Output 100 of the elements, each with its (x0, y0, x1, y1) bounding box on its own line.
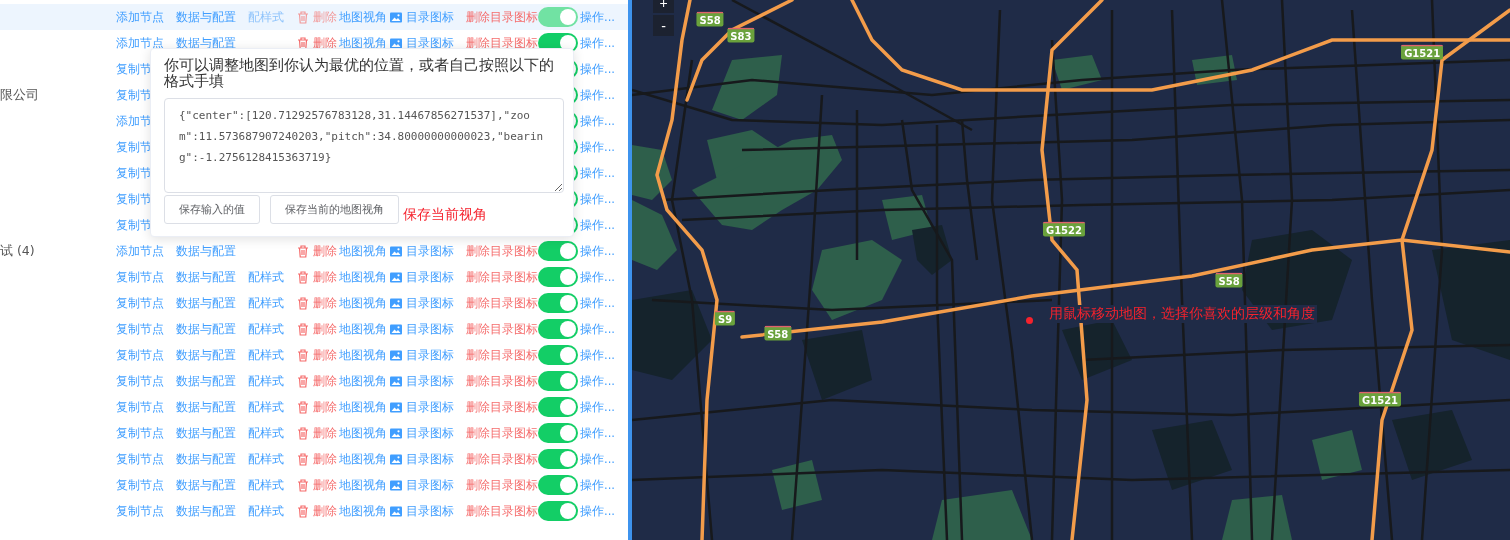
data-config-link[interactable]: 数据与配置 (176, 425, 236, 441)
catalog-icon-link[interactable]: 目录图标 (406, 425, 454, 441)
more-actions-link[interactable]: 操作... (580, 477, 615, 493)
node-link[interactable]: 复制节 (116, 139, 152, 155)
delete-icon-link[interactable]: 删除目录图标 (466, 425, 538, 441)
more-actions-link[interactable]: 操作... (580, 191, 615, 207)
node-link[interactable]: 复制节点 (116, 373, 164, 389)
delete-icon-link[interactable]: 删除目录图标 (466, 399, 538, 415)
map-view-link[interactable]: 地图视角 (339, 295, 387, 311)
catalog-icon-link[interactable]: 目录图标 (406, 321, 454, 337)
map-view-link[interactable]: 地图视角 (339, 503, 387, 519)
node-link[interactable]: 添加节点 (116, 243, 164, 259)
more-actions-link[interactable]: 操作... (580, 87, 615, 103)
node-link[interactable]: 复制节点 (116, 477, 164, 493)
node-link[interactable]: 复制节点 (116, 321, 164, 337)
node-link[interactable]: 复制节点 (116, 295, 164, 311)
delete-icon-link[interactable]: 删除目录图标 (466, 503, 538, 519)
toggle-switch[interactable] (538, 449, 578, 469)
more-actions-link[interactable]: 操作... (580, 9, 615, 25)
delete-link[interactable]: 删除 (313, 243, 337, 259)
delete-link[interactable]: 删除 (313, 347, 337, 363)
more-actions-link[interactable]: 操作... (580, 373, 615, 389)
more-actions-link[interactable]: 操作... (580, 295, 615, 311)
more-actions-link[interactable]: 操作... (580, 321, 615, 337)
toggle-switch[interactable] (538, 241, 578, 261)
toggle-switch[interactable] (538, 397, 578, 417)
more-actions-link[interactable]: 操作... (580, 139, 615, 155)
more-actions-link[interactable]: 操作... (580, 425, 615, 441)
delete-icon-link[interactable]: 删除目录图标 (466, 373, 538, 389)
toggle-switch[interactable] (538, 345, 578, 365)
toggle-switch[interactable] (538, 7, 578, 27)
catalog-icon-link[interactable]: 目录图标 (406, 35, 454, 51)
delete-icon-link[interactable]: 删除目录图标 (466, 451, 538, 467)
delete-link[interactable]: 删除 (313, 373, 337, 389)
style-link[interactable]: 配样式 (248, 399, 284, 415)
delete-icon-link[interactable]: 删除目录图标 (466, 477, 538, 493)
delete-link[interactable]: 删除 (313, 9, 337, 25)
delete-icon-link[interactable]: 删除目录图标 (466, 295, 538, 311)
node-link[interactable]: 复制节点 (116, 347, 164, 363)
map-view-link[interactable]: 地图视角 (339, 373, 387, 389)
style-link[interactable]: 配样式 (248, 503, 284, 519)
style-link[interactable]: 配样式 (248, 373, 284, 389)
delete-link[interactable]: 删除 (313, 321, 337, 337)
data-config-link[interactable]: 数据与配置 (176, 451, 236, 467)
delete-link[interactable]: 删除 (313, 269, 337, 285)
more-actions-link[interactable]: 操作... (580, 217, 615, 233)
node-link[interactable]: 复制节 (116, 61, 152, 77)
map-view-link[interactable]: 地图视角 (339, 9, 387, 25)
more-actions-link[interactable]: 操作... (580, 35, 615, 51)
catalog-icon-link[interactable]: 目录图标 (406, 373, 454, 389)
map-view-link[interactable]: 地图视角 (339, 35, 387, 51)
data-config-link[interactable]: 数据与配置 (176, 321, 236, 337)
delete-icon-link[interactable]: 删除目录图标 (466, 35, 538, 51)
toggle-switch[interactable] (538, 501, 578, 521)
style-link[interactable]: 配样式 (248, 477, 284, 493)
zoom-button[interactable]: - (653, 15, 674, 36)
more-actions-link[interactable]: 操作... (580, 165, 615, 181)
delete-icon-link[interactable]: 删除目录图标 (466, 321, 538, 337)
toggle-switch[interactable] (538, 267, 578, 287)
catalog-icon-link[interactable]: 目录图标 (406, 295, 454, 311)
more-actions-link[interactable]: 操作... (580, 451, 615, 467)
data-config-link[interactable]: 数据与配置 (176, 295, 236, 311)
map-view-link[interactable]: 地图视角 (339, 243, 387, 259)
data-config-link[interactable]: 数据与配置 (176, 347, 236, 363)
map-view-link[interactable]: 地图视角 (339, 321, 387, 337)
more-actions-link[interactable]: 操作... (580, 347, 615, 363)
map-view-link[interactable]: 地图视角 (339, 347, 387, 363)
style-link[interactable]: 配样式 (248, 295, 284, 311)
node-link[interactable]: 添加节点 (116, 35, 164, 51)
data-config-link[interactable]: 数据与配置 (176, 373, 236, 389)
node-link[interactable]: 复制节点 (116, 269, 164, 285)
toggle-switch[interactable] (538, 475, 578, 495)
map-view-link[interactable]: 地图视角 (339, 399, 387, 415)
map-view-link[interactable]: 地图视角 (339, 451, 387, 467)
node-link[interactable]: 复制节点 (116, 503, 164, 519)
style-link[interactable]: 配样式 (248, 9, 284, 25)
delete-icon-link[interactable]: 删除目录图标 (466, 243, 538, 259)
delete-link[interactable]: 删除 (313, 477, 337, 493)
toggle-switch[interactable] (538, 293, 578, 313)
style-link[interactable]: 配样式 (248, 321, 284, 337)
save-button[interactable]: 保存输入的值 (164, 194, 260, 224)
node-link[interactable]: 复制节 (116, 191, 152, 207)
toggle-switch[interactable] (538, 371, 578, 391)
more-actions-link[interactable]: 操作... (580, 61, 615, 77)
zoom-button[interactable]: + (653, 0, 674, 13)
map-view-link[interactable]: 地图视角 (339, 269, 387, 285)
delete-link[interactable]: 删除 (313, 503, 337, 519)
data-config-link[interactable]: 数据与配置 (176, 269, 236, 285)
toggle-switch[interactable] (538, 319, 578, 339)
catalog-icon-link[interactable]: 目录图标 (406, 9, 454, 25)
data-config-link[interactable]: 数据与配置 (176, 35, 236, 51)
catalog-icon-link[interactable]: 目录图标 (406, 477, 454, 493)
catalog-icon-link[interactable]: 目录图标 (406, 451, 454, 467)
style-link[interactable]: 配样式 (248, 269, 284, 285)
more-actions-link[interactable]: 操作... (580, 399, 615, 415)
more-actions-link[interactable]: 操作... (580, 243, 615, 259)
node-link[interactable]: 复制节 (116, 165, 152, 181)
map-view[interactable]: + - S58 S83 G1521 G1522 S58 S9 S58 G1521 用鼠标移动地图，选择你喜欢的层级和角度 (632, 0, 1510, 540)
data-config-link[interactable]: 数据与配置 (176, 9, 236, 25)
save-button[interactable]: 保存当前的地图视角 (270, 194, 399, 224)
